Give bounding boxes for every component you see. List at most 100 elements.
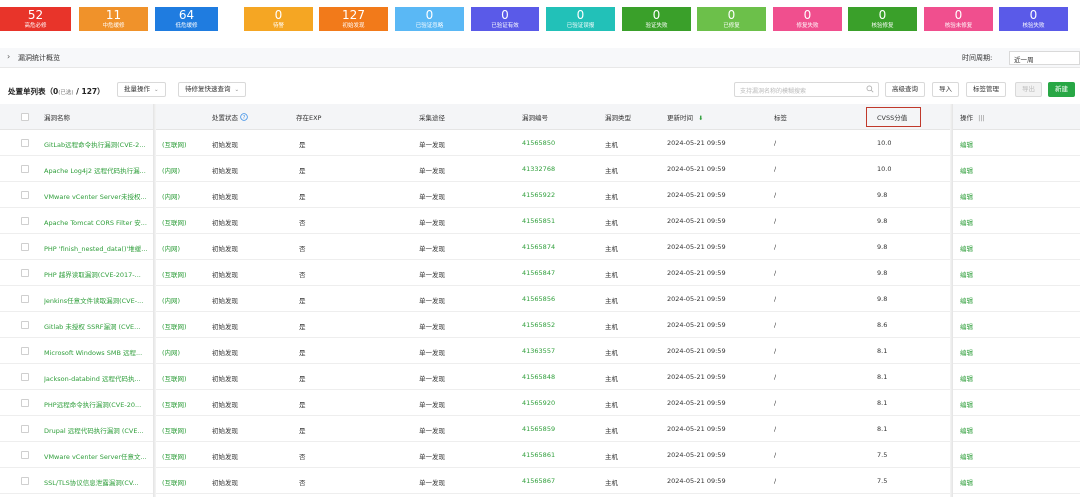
status-tile[interactable]: 11 中危缓修 — [79, 7, 148, 31]
vuln-id-link[interactable]: 41565922 — [522, 191, 555, 199]
col-header-name[interactable]: 漏洞名称 — [44, 112, 70, 122]
sort-down-icon[interactable]: ⬇ — [698, 115, 703, 122]
vuln-id-link[interactable]: 41332768 — [522, 165, 555, 173]
status-tile[interactable]: 52 高危必修 — [0, 7, 71, 31]
vuln-id-link[interactable]: 41565850 — [522, 139, 555, 147]
status-tile[interactable]: 0 待警 — [244, 7, 313, 31]
col-header-status[interactable]: 处置状态 ? — [212, 112, 248, 122]
vuln-name-link[interactable]: SSL/TLS协议信息泄露漏洞(CV... — [44, 477, 149, 487]
help-icon[interactable]: ? — [240, 113, 248, 121]
tags: / — [774, 295, 777, 303]
edit-link[interactable]: 编辑 — [960, 243, 973, 253]
row-checkbox[interactable] — [21, 347, 29, 355]
vuln-id-link[interactable]: 41565852 — [522, 321, 555, 329]
vuln-id-link[interactable]: 41565920 — [522, 399, 555, 407]
vuln-name-link[interactable]: VMware vCenter Server任意文... — [44, 451, 149, 461]
status-tile[interactable]: 0 核验未修复 — [924, 7, 993, 31]
edit-link[interactable]: 编辑 — [960, 425, 973, 435]
new-button[interactable]: 新建 — [1048, 82, 1075, 97]
edit-link[interactable]: 编辑 — [960, 477, 973, 487]
row-checkbox[interactable] — [21, 191, 29, 199]
select-all-checkbox[interactable] — [21, 113, 29, 121]
vuln-id-link[interactable]: 41363557 — [522, 347, 555, 355]
vuln-id-link[interactable]: 41565856 — [522, 295, 555, 303]
edit-link[interactable]: 编辑 — [960, 139, 973, 149]
row-checkbox[interactable] — [21, 269, 29, 277]
export-button[interactable]: 导出 — [1015, 82, 1042, 97]
vuln-name-link[interactable]: Microsoft Windows SMB 远程... — [44, 347, 149, 357]
status-tile[interactable]: 127 初始发现 — [319, 7, 388, 31]
import-button[interactable]: 导入 — [932, 82, 959, 97]
status-tile[interactable]: 0 已验证有效 — [471, 7, 539, 31]
bulk-actions-button[interactable]: 批量操作 ⌄ — [117, 82, 166, 97]
row-checkbox[interactable] — [21, 165, 29, 173]
col-header-exp[interactable]: 存在EXP — [296, 112, 321, 122]
quick-query-button[interactable]: 待修复快速查询 ⌄ — [178, 82, 247, 97]
status-tile-count: 11 — [105, 8, 122, 22]
advanced-query-button[interactable]: 高级查询 — [885, 82, 925, 97]
status-tile[interactable]: 0 已验证忽略 — [395, 7, 464, 31]
vuln-id-link[interactable]: 41565874 — [522, 243, 555, 251]
row-checkbox[interactable] — [21, 399, 29, 407]
status-tile[interactable]: 0 验证失败 — [622, 7, 691, 31]
column-settings-icon[interactable]: ||| — [978, 114, 985, 122]
status-tile[interactable]: 0 核验失败 — [999, 7, 1068, 31]
vuln-name-link[interactable]: VMware vCenter Server未授权... — [44, 191, 149, 201]
tags: / — [774, 399, 777, 407]
vuln-name-link[interactable]: PHP 越界读取漏洞(CVE-2017-... — [44, 269, 149, 279]
edit-link[interactable]: 编辑 — [960, 373, 973, 383]
edit-link[interactable]: 编辑 — [960, 165, 973, 175]
edit-link[interactable]: 编辑 — [960, 321, 973, 331]
vuln-name-link[interactable]: Jackson-databind 远程代码执... — [44, 373, 149, 383]
col-header-type[interactable]: 漏洞类型 — [605, 112, 631, 122]
period-select[interactable]: 近一周 — [1009, 51, 1080, 65]
row-checkbox[interactable] — [21, 373, 29, 381]
row-checkbox[interactable] — [21, 451, 29, 459]
edit-link[interactable]: 编辑 — [960, 347, 973, 357]
vuln-name-link[interactable]: PHP 'finish_nested_data()'堆缓... — [44, 243, 149, 253]
search-input[interactable]: 支持漏洞名称的模糊搜索 — [734, 82, 879, 97]
edit-link[interactable]: 编辑 — [960, 269, 973, 279]
vuln-id-link[interactable]: 41565851 — [522, 217, 555, 225]
edit-link[interactable]: 编辑 — [960, 217, 973, 227]
row-checkbox[interactable] — [21, 425, 29, 433]
row-checkbox[interactable] — [21, 477, 29, 485]
table-row: Apache Log4j2 远程代码执行漏... (内网) 初始发现 是 单一发现 413… — [0, 156, 1080, 182]
edit-link[interactable]: 编辑 — [960, 451, 973, 461]
col-header-source[interactable]: 采集途径 — [419, 112, 445, 122]
row-checkbox[interactable] — [21, 295, 29, 303]
vuln-name-link[interactable]: Drupal 远程代码执行漏洞 (CVE... — [44, 425, 149, 435]
row-checkbox[interactable] — [21, 321, 29, 329]
chevron-right-icon[interactable]: › — [7, 52, 10, 61]
vuln-name-link[interactable]: GitLab远程命令执行漏洞(CVE-2021... — [44, 139, 149, 149]
status-tile[interactable]: 64 低危缓修 — [155, 7, 218, 31]
status-tile[interactable]: 0 已修复 — [697, 7, 766, 31]
vuln-id-link[interactable]: 41565859 — [522, 425, 555, 433]
row-checkbox[interactable] — [21, 139, 29, 147]
col-header-vuln-id[interactable]: 漏洞编号 — [522, 112, 548, 122]
edit-link[interactable]: 编辑 — [960, 399, 973, 409]
status-tile[interactable]: 0 已验证误报 — [546, 7, 615, 31]
vuln-name-link[interactable]: Jenkins任意文件读取漏洞(CVE-... — [44, 295, 149, 305]
status-tile[interactable]: 0 修复失败 — [773, 7, 842, 31]
tag-management-button[interactable]: 标签管理 — [966, 82, 1006, 97]
status-tile[interactable]: 0 核验修复 — [848, 7, 917, 31]
vuln-name-link[interactable]: Apache Tomcat CORS Filter 安... — [44, 217, 149, 227]
col-header-tags[interactable]: 标签 — [774, 112, 787, 122]
row-checkbox[interactable] — [21, 217, 29, 225]
col-header-cvss[interactable]: CVSS分值 — [877, 112, 907, 122]
col-header-updated[interactable]: 更新时间 ⬇ — [667, 112, 703, 122]
vuln-id-link[interactable]: 41565848 — [522, 373, 555, 381]
vuln-id-link[interactable]: 41565867 — [522, 477, 555, 485]
status-tile-count: 0 — [501, 8, 509, 22]
vuln-name-link[interactable]: Gitlab 未授权 SSRF漏洞 (CVE... — [44, 321, 149, 331]
edit-link[interactable]: 编辑 — [960, 295, 973, 305]
exp-flag: 是 — [299, 193, 306, 201]
edit-link[interactable]: 编辑 — [960, 191, 973, 201]
row-checkbox[interactable] — [21, 243, 29, 251]
search-icon[interactable] — [866, 85, 874, 93]
vuln-id-link[interactable]: 41565861 — [522, 451, 555, 459]
vuln-name-link[interactable]: PHP远程命令执行漏洞(CVE-20... — [44, 399, 149, 409]
vuln-name-link[interactable]: Apache Log4j2 远程代码执行漏... — [44, 165, 149, 175]
vuln-id-link[interactable]: 41565847 — [522, 269, 555, 277]
